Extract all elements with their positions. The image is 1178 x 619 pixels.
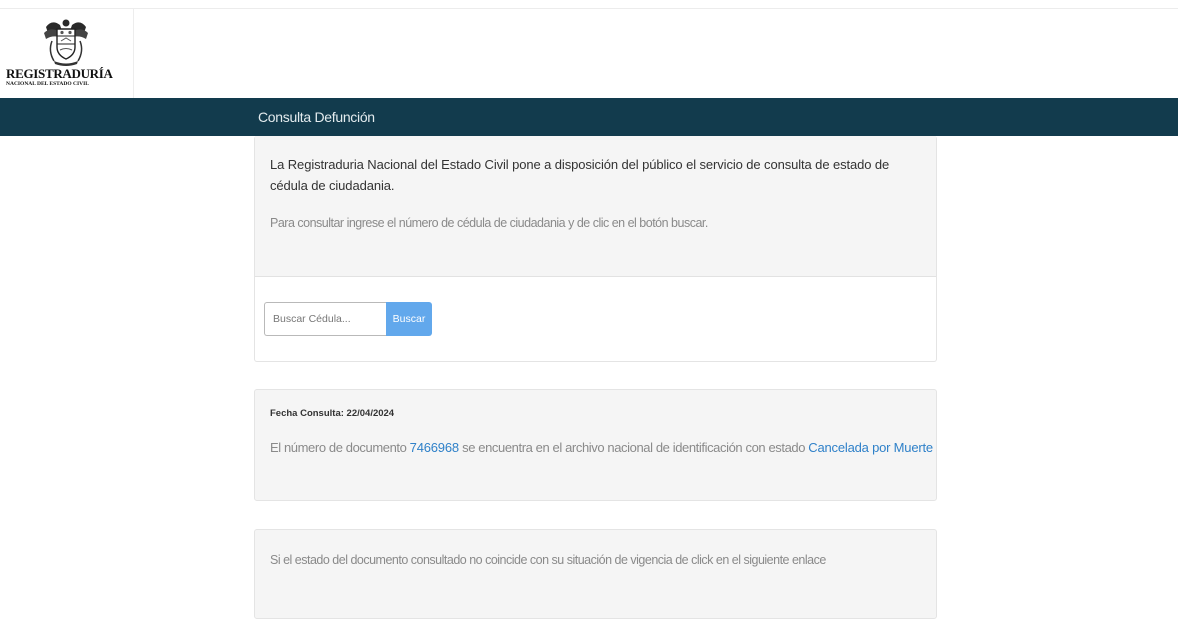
search-card: La Registraduria Nacional del Estado Civ… [254,136,937,362]
search-button[interactable]: Buscar [386,302,432,336]
document-number: 7466968 [409,440,459,455]
cedula-search-input[interactable] [264,302,386,336]
colombian-coat-of-arms-icon [44,19,88,66]
result-message: El número de documento 7466968 se encuen… [270,440,933,455]
mismatch-info-text: Si el estado del documento consultado no… [270,553,826,567]
page-header: REGISTRADURÍA NACIONAL DEL ESTADO CIVIL [0,9,1178,98]
logo-title: REGISTRADURÍA [6,66,113,81]
result-text-middle: se encuentra en el archivo nacional de i… [458,440,809,455]
result-text-before: El número de documento [270,440,410,455]
result-card: Fecha Consulta: 22/04/2024 El número de … [254,389,937,501]
logo-subtitle: NACIONAL DEL ESTADO CIVIL [6,81,89,87]
intro-instructions: Para consultar ingrese el número de cédu… [270,216,708,230]
registraduria-logo[interactable]: REGISTRADURÍA NACIONAL DEL ESTADO CIVIL [0,9,134,98]
query-date: Fecha Consulta: 22/04/2024 [270,408,394,419]
logo-text: REGISTRADURÍA NACIONAL DEL ESTADO CIVIL [6,67,128,88]
page-title: Consulta Defunción [258,109,375,125]
search-form: Buscar [264,302,432,336]
navbar: Consulta Defunción [0,98,1178,136]
document-status: Cancelada por Muerte [808,440,933,455]
intro-panel: La Registraduria Nacional del Estado Civ… [255,136,936,277]
intro-description: La Registraduria Nacional del Estado Civ… [270,157,890,193]
query-date-value: 22/04/2024 [346,408,395,419]
query-date-label: Fecha Consulta: [270,408,344,419]
